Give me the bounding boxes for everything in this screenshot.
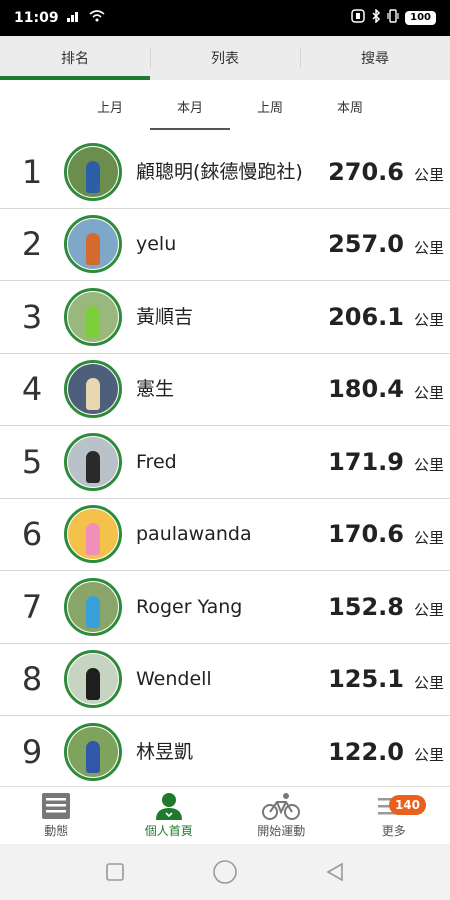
- distance-value: 257.0: [328, 230, 404, 259]
- distance-value: 270.6: [328, 157, 404, 186]
- ranking-row[interactable]: 1 顧聰明(錸德慢跑社) 270.6 公里: [0, 136, 450, 209]
- distance-value: 206.1: [328, 302, 404, 331]
- ranking-row[interactable]: 9 林昱凱 122.0 公里: [0, 716, 450, 786]
- nfc-icon: [351, 9, 365, 27]
- distance-unit: 公里: [413, 528, 444, 547]
- system-nav-bar: [0, 844, 450, 900]
- rank-number: 1: [21, 152, 43, 191]
- ranking-row[interactable]: 3 黃順吉 206.1 公里: [0, 281, 450, 354]
- nav-more[interactable]: 140 更多: [338, 787, 450, 844]
- period-tab-last-month[interactable]: 上月: [70, 80, 150, 130]
- battery-icon: 100: [405, 11, 436, 25]
- runner-name: Roger Yang: [136, 595, 243, 618]
- nav-start-workout[interactable]: 開始運動: [225, 787, 338, 844]
- distance-value: 180.4: [328, 375, 404, 404]
- avatar[interactable]: [64, 142, 122, 201]
- period-tab-this-week[interactable]: 本周: [310, 80, 390, 130]
- tab-ranking[interactable]: 排名: [0, 36, 150, 80]
- bottom-nav: 動態 個人首頁 開始運動 140 更多: [0, 786, 450, 844]
- ranking-list: 1 顧聰明(錸德慢跑社) 270.6 公里 2 yelu 257.0 公里 3 …: [0, 136, 450, 786]
- runner-name: yelu: [136, 233, 177, 256]
- ranking-row[interactable]: 5 Fred 171.9 公里: [0, 426, 450, 499]
- person-icon: [154, 792, 184, 820]
- rank-number: 4: [21, 370, 43, 409]
- ranking-row[interactable]: 2 yelu 257.0 公里: [0, 209, 450, 281]
- distance-value: 122.0: [328, 737, 404, 766]
- home-button[interactable]: [205, 852, 245, 892]
- distance-unit: 公里: [413, 746, 444, 765]
- ranking-row[interactable]: 8 Wendell 125.1 公里: [0, 644, 450, 716]
- bluetooth-icon: [371, 8, 381, 27]
- runner-name: 林昱凱: [136, 740, 194, 763]
- avatar[interactable]: [64, 505, 122, 564]
- runner-name: paulawanda: [136, 523, 252, 546]
- nav-more-label: 更多: [381, 824, 406, 838]
- avatar[interactable]: [64, 360, 122, 419]
- period-tab-bar: 上月 本月 上周 本周: [0, 80, 450, 130]
- runner-name: 黃順吉: [136, 305, 194, 328]
- avatar[interactable]: [64, 722, 122, 781]
- ranking-row[interactable]: 4 憲生 180.4 公里: [0, 354, 450, 426]
- ranking-row[interactable]: 7 Roger Yang 152.8 公里: [0, 571, 450, 644]
- distance-unit: 公里: [413, 383, 444, 402]
- avatar[interactable]: [64, 215, 122, 274]
- nav-feed-label: 動態: [44, 824, 69, 838]
- nav-profile-label: 個人首頁: [144, 824, 193, 838]
- runner-name: Fred: [136, 450, 177, 473]
- rank-number: 6: [21, 515, 43, 554]
- rank-number: 5: [21, 442, 43, 481]
- distance-unit: 公里: [413, 238, 444, 257]
- distance-unit: 公里: [413, 601, 444, 620]
- avatar[interactable]: [64, 577, 122, 636]
- nav-start-workout-label: 開始運動: [257, 824, 306, 838]
- tab-search[interactable]: 搜尋: [300, 36, 450, 80]
- tab-list[interactable]: 列表: [150, 36, 300, 80]
- signal-icon: [66, 10, 83, 26]
- wifi-icon: [89, 10, 105, 26]
- runner-name: 憲生: [136, 378, 175, 401]
- back-button[interactable]: [315, 852, 355, 892]
- recent-apps-button[interactable]: [95, 852, 135, 892]
- notification-badge: 140: [388, 795, 426, 815]
- rank-number: 9: [21, 732, 43, 771]
- bicycle-icon: [262, 792, 301, 820]
- period-tab-last-week[interactable]: 上周: [230, 80, 310, 130]
- status-time: 11:09: [14, 10, 59, 26]
- nav-feed[interactable]: 動態: [0, 787, 113, 844]
- distance-unit: 公里: [413, 166, 444, 185]
- nav-profile[interactable]: 個人首頁: [113, 787, 226, 844]
- distance-value: 171.9: [328, 447, 404, 476]
- avatar[interactable]: [64, 432, 122, 491]
- news-icon: [41, 792, 71, 820]
- rank-number: 2: [21, 225, 43, 264]
- avatar[interactable]: [64, 287, 122, 346]
- rank-number: 8: [21, 660, 43, 699]
- vibrate-icon: [387, 9, 399, 27]
- period-tab-this-month[interactable]: 本月: [150, 80, 230, 130]
- status-bar: 11:09 100: [0, 0, 450, 36]
- runner-name: Wendell: [136, 668, 212, 691]
- distance-value: 125.1: [328, 665, 404, 694]
- distance-unit: 公里: [413, 456, 444, 475]
- distance-value: 170.6: [328, 520, 404, 549]
- ranking-row[interactable]: 6 paulawanda 170.6 公里: [0, 499, 450, 571]
- top-tab-bar: 排名 列表 搜尋: [0, 36, 450, 80]
- distance-unit: 公里: [413, 311, 444, 330]
- runner-name: 顧聰明(錸德慢跑社): [136, 160, 303, 183]
- rank-number: 7: [21, 587, 43, 626]
- avatar[interactable]: [64, 650, 122, 709]
- distance-value: 152.8: [328, 592, 404, 621]
- distance-unit: 公里: [413, 673, 444, 692]
- rank-number: 3: [21, 297, 43, 336]
